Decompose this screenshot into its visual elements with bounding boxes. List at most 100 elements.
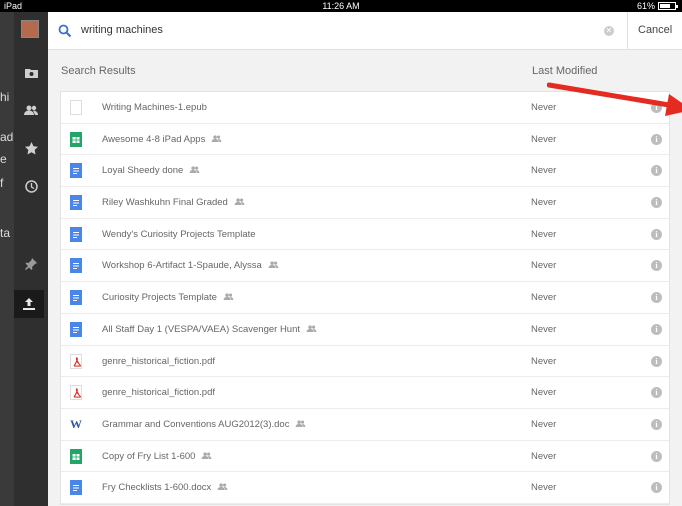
file-name: Workshop 6-Artifact 1-Spaude, Alyssa xyxy=(102,260,279,271)
file-name: Writing Machines-1.epub xyxy=(102,102,207,113)
pdf-icon xyxy=(70,353,82,369)
info-icon[interactable]: i xyxy=(651,418,662,430)
info-icon[interactable]: i xyxy=(651,133,662,145)
file-name-text: Grammar and Conventions AUG2012(3).doc xyxy=(102,418,290,430)
file-row[interactable]: Wendy's Curiosity Projects Template Never… xyxy=(61,219,669,251)
generic-file-icon xyxy=(70,100,82,115)
file-row[interactable]: genre_historical_fiction.pdf Never i xyxy=(61,377,669,409)
shared-icon xyxy=(217,482,228,492)
info-icon[interactable]: i xyxy=(651,450,662,462)
last-modified-value: Never xyxy=(531,228,557,240)
last-modified-value: Never xyxy=(531,292,557,304)
file-name: Copy of Fry List 1-600 xyxy=(102,451,212,462)
word-doc-icon: W xyxy=(70,416,82,432)
spreadsheet-icon xyxy=(70,131,82,147)
file-name: All Staff Day 1 (VESPA/VAEA) Scavenger H… xyxy=(102,324,317,335)
file-name: Curiosity Projects Template xyxy=(102,292,234,303)
file-row[interactable]: Workshop 6-Artifact 1-Spaude, Alyssa Neve… xyxy=(61,250,669,283)
last-modified-value: Never xyxy=(531,260,557,272)
file-row[interactable]: Copy of Fry List 1-600 Never i xyxy=(61,441,669,473)
file-row[interactable]: All Staff Day 1 (VESPA/VAEA) Scavenger H… xyxy=(61,314,669,346)
file-name: genre_historical_fiction.pdf xyxy=(102,387,215,398)
info-icon[interactable]: i xyxy=(651,355,662,367)
my-drive-icon[interactable] xyxy=(14,60,48,84)
results-list: Writing Machines-1.epub Never i Awesome 4-8… xyxy=(60,91,670,505)
background-app-edge: hi ad e f ta xyxy=(0,12,14,506)
info-icon[interactable]: i xyxy=(651,387,662,399)
last-modified-value: Never xyxy=(531,387,557,399)
recent-icon[interactable] xyxy=(14,174,48,198)
file-name-text: Writing Machines-1.epub xyxy=(102,102,207,113)
clock: 11:26 AM xyxy=(322,1,360,11)
last-modified-value: Never xyxy=(531,418,557,430)
file-name-text: Loyal Sheedy done xyxy=(102,165,184,177)
last-modified-value: Never xyxy=(531,355,557,367)
file-row[interactable]: Awesome 4-8 iPad Apps Never i xyxy=(61,124,669,156)
file-name: genre_historical_fiction.pdf xyxy=(102,356,215,367)
file-name: Riley Washkuhn Final Graded xyxy=(102,197,245,208)
spreadsheet-icon xyxy=(70,448,82,464)
info-icon[interactable]: i xyxy=(651,482,662,494)
last-modified-value: Never xyxy=(531,323,557,335)
avatar[interactable] xyxy=(21,20,39,38)
shared-icon xyxy=(295,419,306,429)
document-icon xyxy=(70,290,82,306)
shared-icon xyxy=(268,260,279,270)
file-row[interactable]: Loyal Sheedy done Never i xyxy=(61,155,669,188)
info-icon[interactable]: i xyxy=(651,165,662,177)
info-icon[interactable]: i xyxy=(651,292,662,304)
last-modified-heading[interactable]: Last Modified xyxy=(532,65,597,77)
shared-icon xyxy=(211,134,222,144)
search-panel: writing machines ✕ Cancel Search Results… xyxy=(48,12,682,506)
file-name-text: Workshop 6-Artifact 1-Spaude, Alyssa xyxy=(102,260,262,272)
file-name-text: Wendy's Curiosity Projects Template xyxy=(102,228,256,240)
file-name-text: Copy of Fry List 1-600 xyxy=(102,450,196,462)
document-icon xyxy=(70,163,82,179)
info-icon[interactable]: i xyxy=(651,228,662,240)
file-name-text: Fry Checklists 1-600.docx xyxy=(102,482,212,494)
search-input[interactable]: writing machines xyxy=(81,24,163,36)
document-icon xyxy=(70,195,82,211)
file-name: Loyal Sheedy done xyxy=(102,165,200,176)
file-name-text: genre_historical_fiction.pdf xyxy=(102,355,216,367)
divider xyxy=(627,12,628,50)
background-text-fragment: ad xyxy=(0,130,14,144)
shared-icon xyxy=(223,292,234,302)
file-row[interactable]: Riley Washkuhn Final Graded Never i xyxy=(61,187,669,219)
clear-search-icon[interactable]: ✕ xyxy=(604,26,614,36)
shared-icon xyxy=(306,324,317,334)
cancel-button[interactable]: Cancel xyxy=(638,24,672,36)
file-name-text: Curiosity Projects Template xyxy=(102,292,217,304)
file-name: Awesome 4-8 iPad Apps xyxy=(102,134,222,145)
file-row[interactable]: genre_historical_fiction.pdf Never i xyxy=(61,346,669,378)
document-icon xyxy=(70,258,82,274)
info-icon[interactable]: i xyxy=(651,260,662,272)
shared-icon xyxy=(201,451,212,461)
file-row[interactable]: Curiosity Projects Template Never i xyxy=(61,282,669,314)
search-icon xyxy=(58,24,72,38)
background-text-fragment: e xyxy=(0,152,7,166)
background-text-fragment: f xyxy=(0,176,4,190)
file-name-text: Riley Washkuhn Final Graded xyxy=(102,197,228,209)
pin-icon[interactable] xyxy=(14,252,48,276)
search-results-heading: Search Results xyxy=(61,65,136,77)
search-bar: writing machines ✕ Cancel xyxy=(48,12,682,50)
background-text-fragment: ta xyxy=(0,226,11,240)
shared-icon xyxy=(234,197,245,207)
last-modified-value: Never xyxy=(531,482,557,494)
shared-with-me-icon[interactable] xyxy=(14,98,48,122)
info-icon[interactable]: i xyxy=(651,323,662,335)
pdf-icon xyxy=(70,385,82,401)
file-row[interactable]: Fry Checklists 1-600.docx Never i xyxy=(61,472,669,504)
last-modified-value: Never xyxy=(531,450,557,462)
starred-icon[interactable] xyxy=(14,136,48,160)
upload-icon[interactable] xyxy=(14,290,44,318)
shared-icon xyxy=(189,165,200,175)
file-name-text: All Staff Day 1 (VESPA/VAEA) Scavenger H… xyxy=(102,323,301,335)
file-name: Fry Checklists 1-600.docx xyxy=(102,482,228,493)
last-modified-value: Never xyxy=(531,133,557,145)
document-icon xyxy=(70,226,82,242)
background-text-fragment: hi xyxy=(0,90,10,104)
file-row[interactable]: W Grammar and Conventions AUG2012(3).doc N… xyxy=(61,409,669,441)
info-icon[interactable]: i xyxy=(651,197,662,209)
